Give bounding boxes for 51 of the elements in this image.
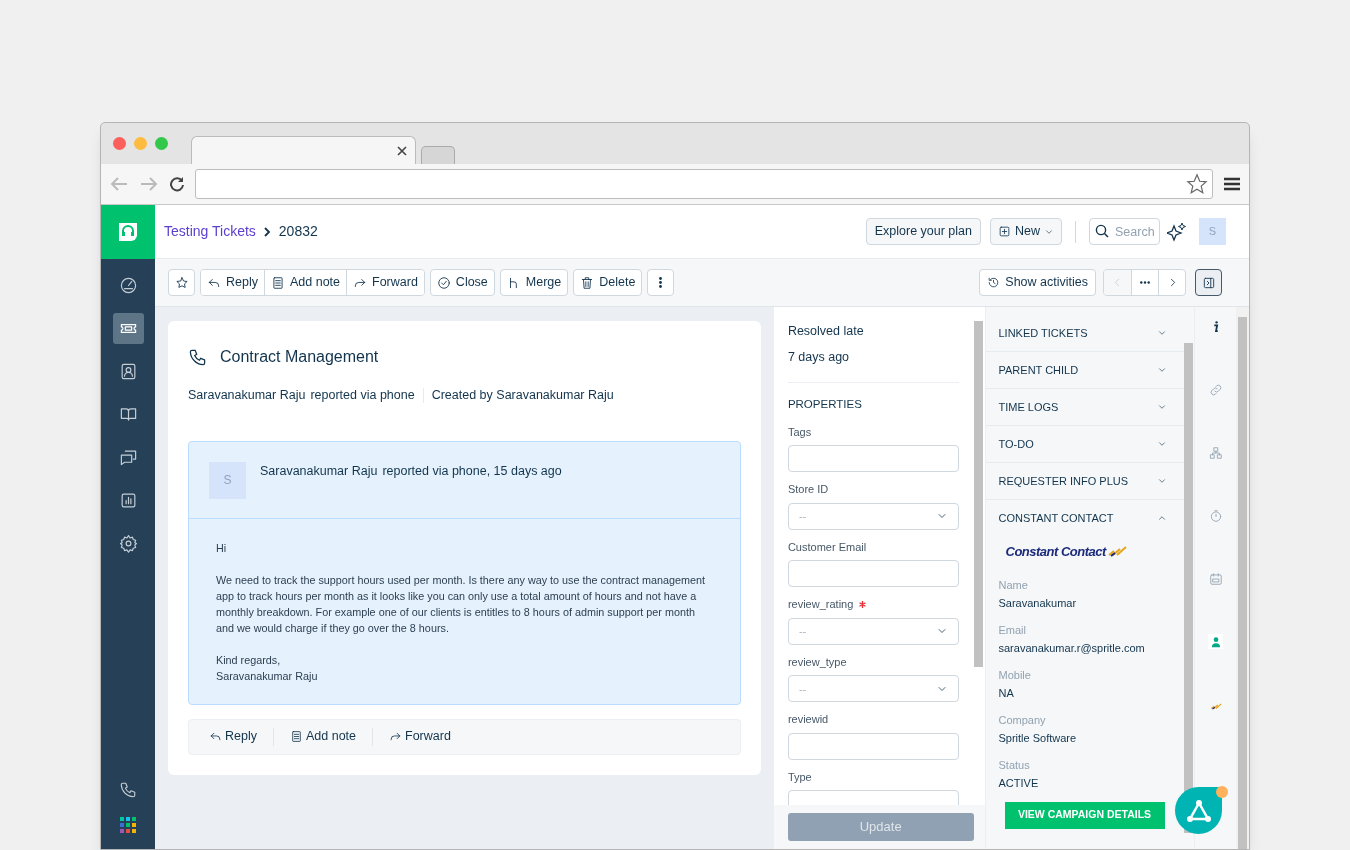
detail-label: Mobile: [998, 667, 1032, 683]
detail-label: Status: [998, 757, 1031, 773]
field-label: Customer Email: [787, 539, 867, 555]
message-meta: reported via phone, 15 days ago: [382, 462, 562, 480]
accordion-header[interactable]: CONSTANT CONTACT: [985, 500, 1184, 536]
search-field[interactable]: Search: [1089, 218, 1160, 245]
toolbar-button[interactable]: Delete: [573, 269, 643, 296]
field-label: Tags: [787, 424, 812, 440]
source-text: reported via phone: [310, 387, 415, 404]
detail-value: Spritle Software: [998, 731, 1078, 746]
field-label: reviewid: [787, 712, 829, 728]
field-label: review_type: [787, 654, 847, 670]
detail-value: saravanakumar.r@spritle.com: [998, 641, 1146, 656]
status-time: 7 days ago: [787, 348, 851, 366]
brand-logo: Constant Contact: [1005, 543, 1106, 561]
detail-value: Saravanakumar: [998, 596, 1078, 611]
reply-action-button[interactable]: Forward: [389, 727, 451, 747]
ticket-title: Contract Management: [220, 347, 379, 367]
new-button[interactable]: New: [990, 218, 1062, 245]
toolbar-button[interactable]: Forward: [346, 270, 424, 295]
section-heading: PROPERTIES: [787, 396, 863, 412]
message-text: Kind regards,: [216, 652, 282, 668]
toolbar-button[interactable]: Close: [429, 269, 495, 296]
explore-plan-button[interactable]: Explore your plan: [865, 218, 981, 245]
requester-name: Saravanakumar Raju: [188, 387, 306, 404]
breadcrumb-link[interactable]: Testing Tickets: [164, 221, 256, 242]
created-by-text: Created by Saravanakumar Raju: [431, 387, 614, 404]
field-label: Type: [787, 769, 812, 785]
message-text: Hi: [216, 540, 228, 556]
accordion-header[interactable]: TIME LOGS: [985, 389, 1184, 425]
toolbar-button[interactable]: Merge: [499, 269, 569, 296]
show-activities-button[interactable]: Show activities: [979, 269, 1096, 296]
author-avatar: S: [209, 461, 246, 499]
reply-action-button[interactable]: Reply: [209, 727, 257, 747]
detail-label: Name: [998, 577, 1029, 593]
message-text: Saravanakumar Raju: [216, 668, 319, 684]
accordion-header[interactable]: REQUESTER INFO PLUS: [985, 463, 1184, 499]
ticket-number: 20832: [278, 222, 318, 241]
detail-label: Company: [998, 712, 1047, 728]
detail-value: NA: [998, 686, 1015, 701]
detail-value: ACTIVE: [998, 776, 1040, 791]
reply-action-button[interactable]: Add note: [289, 727, 356, 747]
accordion-header[interactable]: PARENT CHILD: [985, 352, 1184, 388]
status-text: Resolved late: [787, 323, 865, 340]
field-label: Store ID: [787, 482, 829, 498]
detail-label: Email: [998, 622, 1027, 638]
accordion-header[interactable]: LINKED TICKETS: [985, 315, 1184, 351]
accordion-header[interactable]: TO-DO: [985, 426, 1184, 462]
message-text: We need to track the support hours used per month. Is there any way to use the contract management app to track hours per month as it looks like you can only use a total amount of hours and not have a monthly breakdown. For example one of our clients is entitles to 8 hours of admin support per month and we would charge if they go over the 8 hours.: [216, 572, 706, 636]
field-label: review_rating: [787, 597, 854, 613]
author-name: Saravanakumar Raju: [260, 462, 378, 480]
